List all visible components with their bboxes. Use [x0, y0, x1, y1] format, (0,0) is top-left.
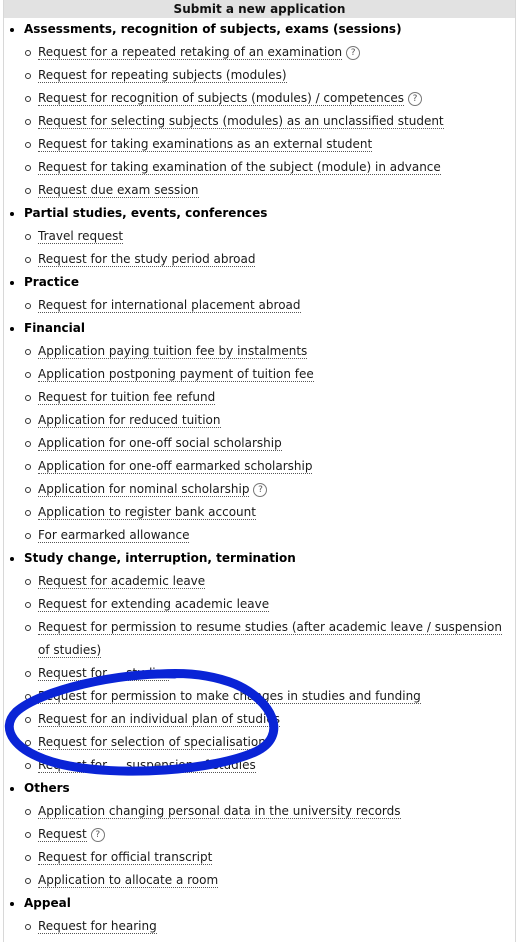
application-link[interactable]: Application paying tuition fee by instal… [38, 344, 308, 359]
application-item: Request for international placement abro… [4, 294, 515, 317]
application-item: Request for taking examinations as an ex… [4, 133, 515, 156]
group-title: Partial studies, events, conferences [4, 202, 515, 225]
help-icon[interactable]: ? [90, 827, 105, 842]
application-link[interactable]: Request for permission to resume studies… [38, 620, 502, 658]
application-item: Application for one-off earmarked schola… [4, 455, 515, 478]
application-item: Request? [4, 823, 515, 846]
application-item: Request for ... suspension of studies [4, 754, 515, 777]
application-item: Request for selecting subjects (modules)… [4, 110, 515, 133]
application-link[interactable]: Request [38, 827, 87, 842]
application-link[interactable]: Request for recognition of subjects (mod… [38, 91, 404, 106]
application-item: Request for official transcript [4, 846, 515, 869]
group-title: Financial [4, 317, 515, 340]
application-link[interactable]: Request for academic leave [38, 574, 206, 589]
application-item: Request for permission to make changes i… [4, 685, 515, 708]
application-item: Application changing personal data in th… [4, 800, 515, 823]
application-item: Application paying tuition fee by instal… [4, 340, 515, 363]
application-item: Request for taking examination of the su… [4, 156, 515, 179]
application-link[interactable]: Application to register bank account [38, 505, 256, 520]
application-link[interactable]: Request for an individual plan of studie… [38, 712, 280, 727]
application-link[interactable]: For earmarked allowance [38, 528, 190, 543]
application-item: Application for nominal scholarship? [4, 478, 515, 501]
application-link[interactable]: Request for a repeated retaking of an ex… [38, 45, 343, 60]
application-link[interactable]: Request for selecting subjects (modules)… [38, 114, 444, 129]
application-group: Appeal Request for hearing [4, 892, 515, 938]
application-group: Study change, interruption, termination R… [4, 547, 515, 777]
application-link[interactable]: Application for one-off earmarked schola… [38, 459, 313, 474]
application-link[interactable]: Request for the study period abroad [38, 252, 256, 267]
group-items: Request for international placement abro… [4, 294, 515, 317]
application-item: Application postponing payment of tuitio… [4, 363, 515, 386]
application-link[interactable]: Request for ... suspension of studies [38, 758, 256, 773]
application-link[interactable]: Application for nominal scholarship [38, 482, 250, 497]
application-group: Others Application changing personal data… [4, 777, 515, 892]
application-item: Request due exam session [4, 179, 515, 202]
group-items: Application changing personal data in th… [4, 800, 515, 892]
application-item: Application to allocate a room [4, 869, 515, 892]
application-link[interactable]: Request for international placement abro… [38, 298, 301, 313]
group-items: Request for academic leave Request for ex… [4, 570, 515, 777]
application-link[interactable]: Request for extending academic leave [38, 597, 270, 612]
application-link[interactable]: Request for hearing [38, 919, 157, 934]
application-item: Request for an individual plan of studie… [4, 708, 515, 731]
application-item: Request for repeating subjects (modules) [4, 64, 515, 87]
group-items: Travel request Request for the study peri… [4, 225, 515, 271]
application-link[interactable]: Travel request [38, 229, 124, 244]
application-link[interactable]: Request for tuition fee refund [38, 390, 216, 405]
application-item: Request for hearing [4, 915, 515, 938]
application-link[interactable]: Request due exam session [38, 183, 199, 198]
application-item: Request for extending academic leave [4, 593, 515, 616]
application-link[interactable]: Request for taking examinations as an ex… [38, 137, 373, 152]
application-group: Financial Application paying tuition fee … [4, 317, 515, 547]
help-icon[interactable]: ? [407, 91, 422, 106]
application-item: Application to register bank account [4, 501, 515, 524]
application-group: Practice Request for international placem… [4, 271, 515, 317]
application-item: Application for one-off social scholarsh… [4, 432, 515, 455]
application-link[interactable]: Application postponing payment of tuitio… [38, 367, 314, 382]
group-items: Request for a repeated retaking of an ex… [4, 41, 515, 202]
application-groups: Assessments, recognition of subjects, ex… [4, 18, 515, 938]
application-item: Travel request [4, 225, 515, 248]
application-link[interactable]: Request for selection of specialisation [38, 735, 266, 750]
application-panel: Submit a new application Assessments, re… [3, 0, 516, 942]
application-link[interactable]: Request for repeating subjects (modules) [38, 68, 287, 83]
group-title: Practice [4, 271, 515, 294]
group-title: Assessments, recognition of subjects, ex… [4, 18, 515, 41]
application-item: For earmarked allowance [4, 524, 515, 547]
application-link[interactable]: Application for reduced tuition [38, 413, 221, 428]
application-link[interactable]: Request for ... studies [38, 666, 170, 681]
application-item: Request for the study period abroad [4, 248, 515, 271]
application-link[interactable]: Request for taking examination of the su… [38, 160, 441, 175]
group-title: Others [4, 777, 515, 800]
application-item: Application for reduced tuition [4, 409, 515, 432]
group-items: Request for hearing [4, 915, 515, 938]
application-link[interactable]: Application for one-off social scholarsh… [38, 436, 282, 451]
application-item: Request for selection of specialisation [4, 731, 515, 754]
application-item: Request for tuition fee refund [4, 386, 515, 409]
group-title: Appeal [4, 892, 515, 915]
application-item: Request for academic leave [4, 570, 515, 593]
application-link[interactable]: Application changing personal data in th… [38, 804, 401, 819]
application-item: Request for a repeated retaking of an ex… [4, 41, 515, 64]
help-icon[interactable]: ? [253, 482, 268, 497]
application-link[interactable]: Request for permission to make changes i… [38, 689, 421, 704]
help-icon[interactable]: ? [346, 45, 361, 60]
application-item: Request for permission to resume studies… [4, 616, 515, 662]
application-link[interactable]: Application to allocate a room [38, 873, 219, 888]
group-items: Application paying tuition fee by instal… [4, 340, 515, 547]
application-group: Assessments, recognition of subjects, ex… [4, 18, 515, 202]
application-group: Partial studies, events, conferences Trav… [4, 202, 515, 271]
application-item: Request for recognition of subjects (mod… [4, 87, 515, 110]
application-link[interactable]: Request for official transcript [38, 850, 213, 865]
panel-header: Submit a new application [4, 0, 515, 18]
application-item: Request for ... studies [4, 662, 515, 685]
group-title: Study change, interruption, termination [4, 547, 515, 570]
